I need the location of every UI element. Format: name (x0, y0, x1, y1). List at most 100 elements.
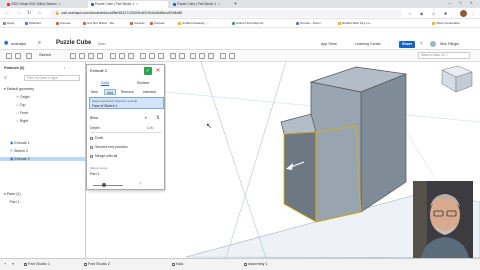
loft-icon[interactable] (97, 53, 103, 59)
bookmark-item[interactable]: Other bookmarks (432, 21, 460, 25)
app-store-button[interactable]: App Store (318, 41, 340, 48)
back-icon[interactable]: ← (5, 10, 10, 16)
mate-connector-icon[interactable] (179, 53, 185, 59)
menu-icon[interactable]: ≡ (38, 40, 41, 46)
tree-item-sketch-2[interactable]: ✎ Sketch 2 (10, 149, 28, 153)
step-top-face[interactable] (280, 113, 317, 135)
shell-icon[interactable] (140, 53, 146, 59)
merge-all-checkbox[interactable] (90, 154, 93, 158)
home-icon[interactable]: ⌂ (38, 10, 41, 16)
help-icon[interactable]: ? (420, 41, 423, 46)
extension-icon[interactable]: ◇ (432, 11, 435, 16)
mode-remove-button[interactable]: Remove (119, 89, 136, 95)
extension-icon[interactable]: ✱ (444, 11, 447, 16)
transform-icon[interactable] (208, 53, 214, 59)
user-name[interactable]: Nick Fllinger (440, 42, 459, 46)
bookmark-item[interactable]: Ace Bot Robot - Re... (83, 21, 116, 25)
bookmark-item[interactable]: Canvas (150, 21, 165, 25)
share-button[interactable]: Share (399, 41, 415, 48)
cancel-button[interactable]: ✕ (154, 67, 162, 75)
star-icon[interactable]: ☆ (408, 11, 412, 16)
tree-item-origin[interactable]: ✛ Origin (16, 95, 30, 99)
bookmark-item[interactable]: Canvas (130, 21, 145, 25)
sheet-metal-icon[interactable] (220, 53, 226, 59)
browser-tab[interactable]: Puzzle Cube | Part Studio 1 × (170, 1, 230, 8)
tab-nick[interactable]: Nick (172, 262, 183, 266)
tree-item-top[interactable]: ▱ Top (16, 103, 26, 107)
faces-selection-field[interactable]: Faces and sketch regions to extrude Face… (89, 97, 164, 109)
tab-assembly-1[interactable]: Assembly 1 (244, 262, 268, 266)
reload-icon[interactable]: ↻ (27, 10, 31, 16)
second-end-checkbox[interactable] (90, 145, 93, 149)
tab-list-icon[interactable]: ≡ (12, 262, 14, 266)
fillet-icon[interactable] (110, 53, 116, 59)
merge-all-option[interactable]: Merge with all (90, 154, 117, 158)
revolve-icon[interactable] (79, 53, 85, 59)
onshape-logo-icon[interactable]: ◉ (4, 40, 8, 46)
minimize-icon[interactable]: — (448, 1, 452, 5)
sweep-icon[interactable] (88, 53, 94, 59)
redo-icon[interactable] (15, 53, 21, 59)
hole-icon[interactable] (149, 53, 155, 59)
undo-icon[interactable] (6, 53, 12, 59)
menu-kebab-icon[interactable]: ⋮ (471, 11, 475, 16)
document-title[interactable]: Puzzle Cube (56, 40, 91, 46)
part-item[interactable]: Part 1 (10, 200, 20, 204)
close-tab-icon[interactable]: × (136, 2, 138, 6)
preview-slider-handle[interactable] (102, 183, 106, 187)
draft-option[interactable]: Draft (90, 136, 103, 140)
variable-icon[interactable] (229, 53, 235, 59)
sketch-button[interactable]: Sketch (39, 52, 51, 57)
boolean-icon[interactable] (190, 53, 196, 59)
maximize-icon[interactable]: ☐ (459, 1, 462, 5)
tab-surface[interactable]: Surface (137, 81, 149, 85)
branch-label[interactable]: Main (98, 42, 106, 46)
depth-input[interactable]: 1 in (147, 126, 153, 130)
extrude-icon[interactable] (70, 53, 76, 59)
ok-button[interactable]: ✓ (144, 67, 152, 75)
merge-scope-value[interactable]: Part 1 (90, 172, 100, 176)
bookmark-item[interactable]: Canvas (56, 21, 71, 25)
split-icon[interactable] (199, 53, 205, 59)
bookmark-item[interactable]: Untitled drawing -... (178, 21, 209, 25)
bookmark-item[interactable]: Apps (3, 21, 14, 25)
forward-icon[interactable]: → (16, 10, 21, 16)
chamfer-icon[interactable] (119, 53, 125, 59)
bookmark-item[interactable]: Heroku - Zoom (296, 21, 321, 25)
flip-direction-icon[interactable]: ⇅ (156, 115, 160, 121)
chevron-down-icon[interactable]: ▾ (145, 116, 147, 120)
tab-part-studio-2[interactable]: Part Studio 2 (84, 262, 110, 266)
add-tab-icon[interactable]: + (4, 262, 6, 266)
tree-item-front[interactable]: ▱ Front (16, 111, 28, 115)
tree-item-right[interactable]: ▱ Right (16, 119, 28, 123)
bookmark-item[interactable]: Whitelist (25, 21, 41, 25)
second-end-option[interactable]: Second end position (90, 145, 128, 149)
filter-input[interactable]: Filter by name or type (24, 75, 80, 81)
tree-item-default-geometry[interactable]: ▾ Default geometry (4, 87, 34, 91)
bookmark-item[interactable]: Default Web Key Lo... (338, 21, 372, 25)
sketch-icon[interactable] (26, 53, 32, 59)
extrude-preview[interactable] (283, 131, 317, 223)
help-icon[interactable]: ? (139, 181, 141, 186)
tree-item-extrude-2[interactable]: ▣ Extrude 2 (0, 157, 86, 161)
draft-icon[interactable] (128, 53, 134, 59)
part-right-face[interactable] (360, 73, 407, 213)
user-avatar[interactable] (430, 41, 436, 47)
pattern-icon[interactable] (158, 53, 164, 59)
extension-icon[interactable]: ◆ (420, 11, 423, 16)
tree-item-extrude-1[interactable]: ▣ Extrude 1 (10, 141, 30, 145)
close-tab-icon[interactable]: × (58, 2, 60, 6)
tab-part-studio-1[interactable]: Part Studio 1 (24, 262, 50, 266)
end-type-select[interactable]: Blind (90, 116, 98, 120)
new-tab-button[interactable]: + (232, 1, 240, 8)
bookmark-item[interactable]: Active Host Reports (232, 21, 263, 25)
mode-new-button[interactable]: New (89, 89, 100, 95)
learning-center-button[interactable]: Learning Center (352, 41, 384, 48)
part-front-face[interactable] (310, 81, 362, 223)
filter-icon[interactable]: ⚲ (4, 75, 7, 80)
close-window-icon[interactable]: ✕ (470, 1, 473, 5)
plane-icon[interactable] (170, 53, 176, 59)
collapse-icon[interactable]: ‹ (64, 65, 65, 70)
mode-add-button[interactable]: Add (104, 89, 117, 95)
browser-tab-active[interactable]: Puzzle Cube | Part Studio 1 × (88, 1, 168, 8)
